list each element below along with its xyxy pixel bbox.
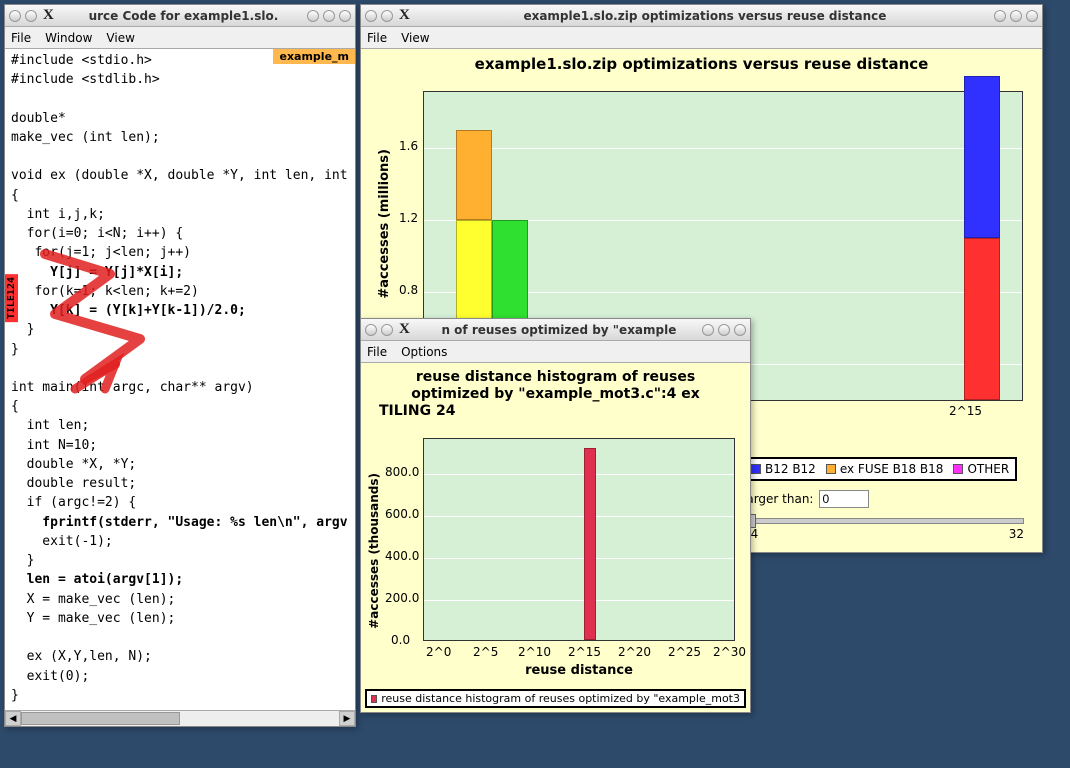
bar-orange	[456, 130, 492, 220]
window-button[interactable]	[1010, 10, 1022, 22]
x-tick: 2^5	[473, 645, 498, 659]
close-button[interactable]	[734, 324, 746, 336]
slider-labels: 24 32	[743, 524, 1024, 541]
y-tick: 600.0	[385, 507, 419, 521]
bar-red	[964, 238, 1000, 400]
scrollbar-thumb[interactable]	[21, 712, 180, 725]
larger-than-control: larger than:	[743, 487, 869, 511]
window-button[interactable]	[365, 324, 377, 336]
source-code-window[interactable]: X urce Code for example1.slo. File Windo…	[4, 4, 356, 727]
window-button[interactable]	[9, 10, 21, 22]
scroll-left-icon[interactable]: ◀	[5, 711, 21, 726]
y-tick: 400.0	[385, 549, 419, 563]
y-tick: 1.6	[399, 139, 418, 153]
menu-view[interactable]: View	[401, 31, 429, 45]
plot-area[interactable]	[423, 438, 735, 641]
window-button[interactable]	[994, 10, 1006, 22]
y-tick: 1.2	[399, 211, 418, 225]
menu-file[interactable]: File	[367, 345, 387, 359]
menubar: File Options	[361, 341, 750, 363]
code-area[interactable]: #include <stdio.h> #include <stdlib.h> d…	[5, 49, 355, 710]
menu-file[interactable]: File	[11, 31, 31, 45]
scroll-right-icon[interactable]: ▶	[339, 711, 355, 726]
x-tick: 2^10	[518, 645, 551, 659]
y-tick: 800.0	[385, 465, 419, 479]
legend-item: OTHER	[953, 462, 1009, 476]
chart-title: example1.slo.zip optimizations versus re…	[361, 49, 1042, 77]
window-button[interactable]	[25, 10, 37, 22]
titlebar[interactable]: X example1.slo.zip optimizations versus …	[361, 5, 1042, 27]
window-title: example1.slo.zip optimizations versus re…	[416, 9, 994, 23]
window-button[interactable]	[702, 324, 714, 336]
y-tick: 0.0	[391, 633, 410, 647]
legend-item: B12 B12	[751, 462, 816, 476]
slider-label-max: 32	[1009, 527, 1024, 541]
x-tick: 2^15	[568, 645, 601, 659]
status-bar: reuse distance histogram of reuses optim…	[365, 689, 746, 708]
bar-blue	[964, 76, 1000, 238]
window-button[interactable]	[381, 324, 393, 336]
larger-than-input[interactable]	[819, 490, 869, 508]
x-icon: X	[43, 7, 54, 24]
y-tick: 200.0	[385, 591, 419, 605]
slider-row: 24 32	[743, 514, 1024, 545]
x-tick: 2^25	[668, 645, 701, 659]
source-body: example_m #include <stdio.h> #include <s…	[5, 49, 355, 726]
close-button[interactable]	[339, 10, 351, 22]
legend-label: B12 B12	[765, 462, 816, 476]
menu-view[interactable]: View	[106, 31, 134, 45]
x-tick: 2^15	[949, 404, 982, 418]
status-swatch	[371, 695, 377, 703]
tile-label: TILE124	[5, 274, 18, 322]
titlebar[interactable]: X urce Code for example1.slo.	[5, 5, 355, 27]
menubar: File Window View	[5, 27, 355, 49]
x-icon: X	[399, 321, 410, 338]
x-tick: 2^30	[713, 645, 746, 659]
histogram-window[interactable]: X n of reuses optimized by "example File…	[360, 318, 751, 713]
legend-swatch	[953, 464, 963, 474]
menu-options[interactable]: Options	[401, 345, 447, 359]
status-text: reuse distance histogram of reuses optim…	[381, 692, 740, 705]
legend-swatch	[751, 464, 761, 474]
horizontal-scrollbar[interactable]: ◀ ▶	[5, 710, 355, 726]
y-axis-label: #accesses (thousands)	[367, 473, 381, 629]
x-tick: 2^20	[618, 645, 651, 659]
x-icon: X	[399, 7, 410, 24]
bar-red	[584, 448, 596, 640]
window-title: urce Code for example1.slo.	[60, 9, 307, 23]
y-tick: 0.8	[399, 283, 418, 297]
menu-window[interactable]: Window	[45, 31, 92, 45]
slider-track[interactable]	[743, 518, 1024, 524]
window-button[interactable]	[718, 324, 730, 336]
menubar: File View	[361, 27, 1042, 49]
legend-label: OTHER	[967, 462, 1009, 476]
chart-title: reuse distance histogram of reuses optim…	[361, 363, 750, 423]
menu-file[interactable]: File	[367, 31, 387, 45]
close-button[interactable]	[1026, 10, 1038, 22]
legend-swatch	[826, 464, 836, 474]
window-button[interactable]	[307, 10, 319, 22]
titlebar[interactable]: X n of reuses optimized by "example	[361, 319, 750, 341]
x-tick: 2^0	[426, 645, 451, 659]
x-axis-label: reuse distance	[423, 663, 735, 678]
legend-item: ex FUSE B18 B18	[826, 462, 944, 476]
larger-than-label: larger than:	[743, 492, 813, 506]
legend: B12 B12 ex FUSE B18 B18 OTHER	[743, 457, 1017, 481]
y-axis-label: #accesses (millions)	[377, 149, 392, 299]
window-title: n of reuses optimized by "example	[416, 323, 702, 337]
window-button[interactable]	[365, 10, 377, 22]
chart-body: reuse distance histogram of reuses optim…	[361, 363, 750, 712]
scrollbar-track[interactable]	[21, 711, 339, 726]
legend-label: ex FUSE B18 B18	[840, 462, 944, 476]
window-button[interactable]	[381, 10, 393, 22]
window-button[interactable]	[323, 10, 335, 22]
